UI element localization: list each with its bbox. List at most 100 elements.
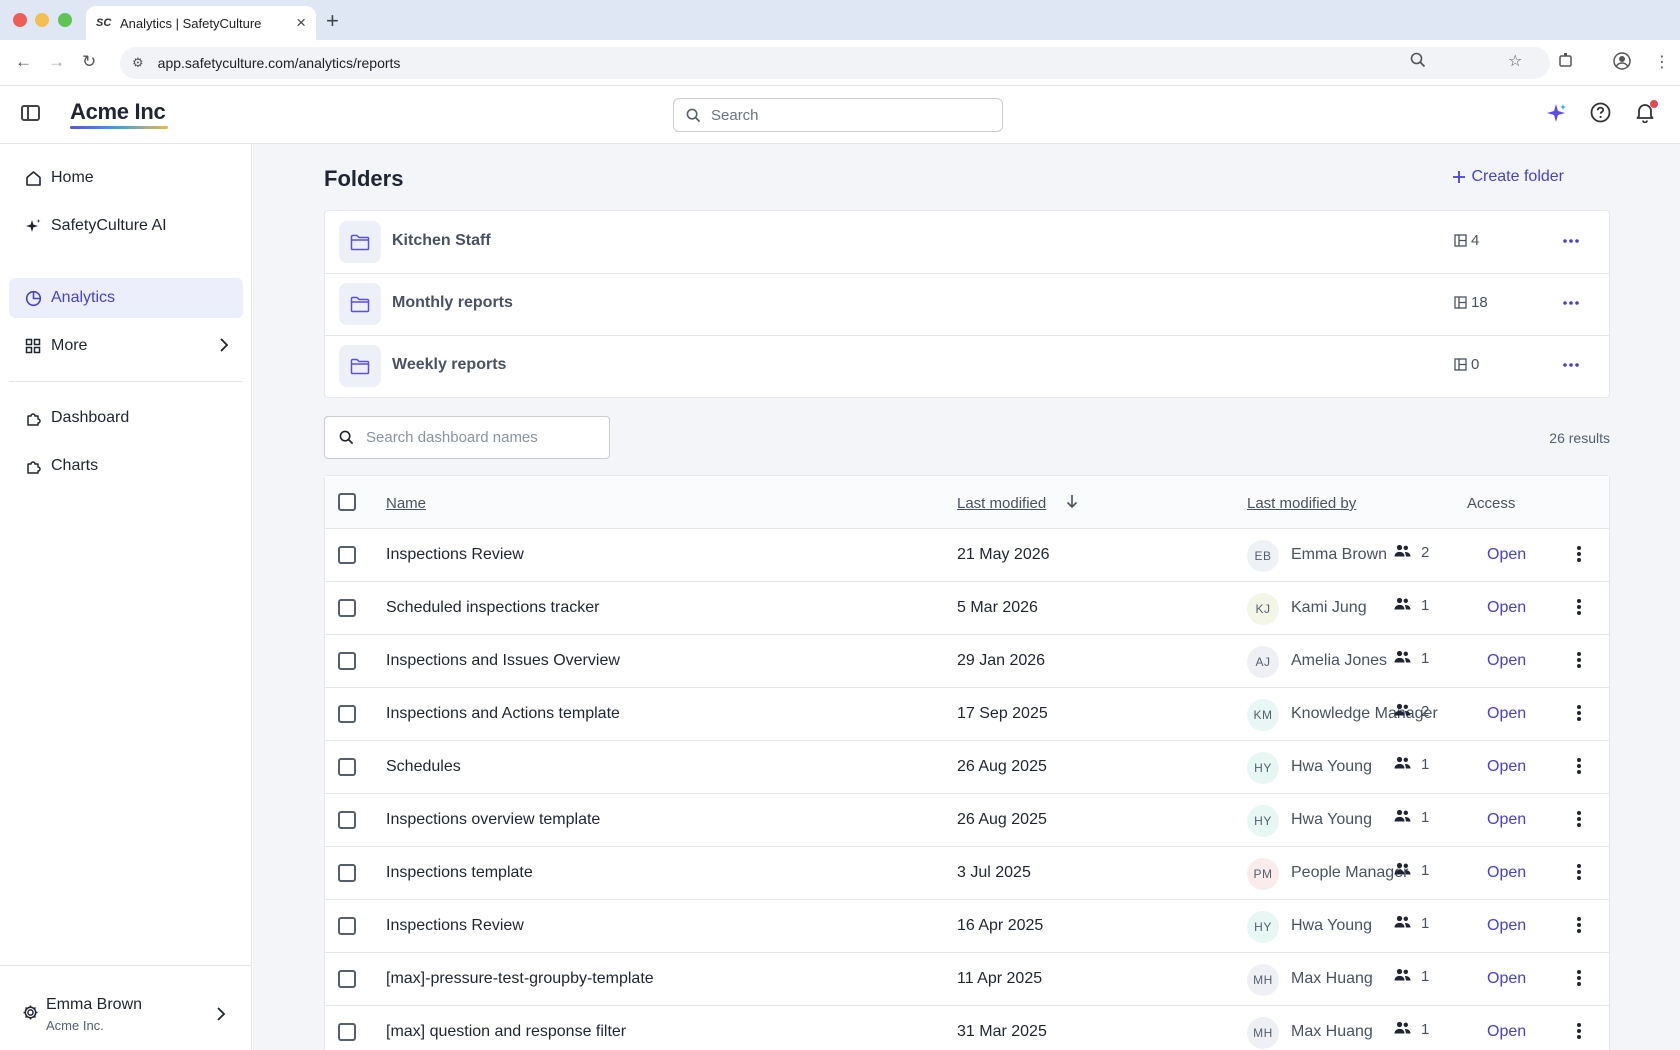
table-row[interactable]: Inspections Review 16 Apr 2025 HY Hwa Young… xyxy=(325,900,1609,953)
row-checkbox[interactable] xyxy=(338,1023,356,1041)
browser-menu-icon[interactable]: ⋮ xyxy=(1654,52,1670,72)
sidebar-item-charts[interactable]: Charts xyxy=(9,446,243,486)
open-button[interactable]: Open xyxy=(1487,652,1526,670)
dashboard-search-input[interactable] xyxy=(366,429,596,446)
table-row[interactable]: Inspections and Issues Overview 29 Jan 20… xyxy=(325,635,1609,688)
last-modified-by: Amelia Jones xyxy=(1291,652,1388,669)
dashboard-name[interactable]: Inspections and Issues Overview xyxy=(386,652,620,670)
sort-descending-icon[interactable] xyxy=(1066,494,1078,514)
global-search-input[interactable] xyxy=(711,106,991,124)
open-button[interactable]: Open xyxy=(1487,1023,1526,1041)
row-checkbox[interactable] xyxy=(338,758,356,776)
table-row[interactable]: Inspections template 3 Jul 2025 PM People M… xyxy=(325,847,1609,900)
create-folder-button[interactable]: Create folder xyxy=(1452,168,1564,186)
sidebar-item-analytics[interactable]: Analytics xyxy=(9,278,243,318)
browser-tab[interactable]: SC Analytics | SafetyCulture × xyxy=(86,6,316,40)
select-all-checkbox[interactable] xyxy=(338,493,356,511)
brand-logo[interactable]: Acme Inc xyxy=(70,99,166,125)
table-row[interactable]: Inspections and Actions template 17 Sep 2… xyxy=(325,688,1609,741)
extensions-icon[interactable] xyxy=(1558,52,1574,73)
dashboard-name[interactable]: Inspections Review xyxy=(386,917,524,935)
dashboard-name[interactable]: [max] question and response filter xyxy=(386,1023,626,1041)
global-search[interactable] xyxy=(673,98,1003,132)
column-header-last-modified[interactable]: Last modified xyxy=(957,495,1046,512)
folder-row[interactable]: Weekly reports 0 xyxy=(325,335,1609,398)
row-more-options-icon[interactable] xyxy=(1576,757,1582,780)
folder-name[interactable]: Weekly reports xyxy=(392,356,506,374)
reload-icon[interactable]: ↻ xyxy=(82,52,96,72)
folder-row[interactable]: Kitchen Staff 4 xyxy=(325,211,1609,274)
dashboard-name[interactable]: Inspections and Actions template xyxy=(386,705,620,723)
column-header-name[interactable]: Name xyxy=(386,495,426,512)
table-row[interactable]: Schedules 26 Aug 2025 HY Hwa Young 1 Open xyxy=(325,741,1609,794)
dashboard-name[interactable]: Inspections Review xyxy=(386,546,524,564)
more-options-icon[interactable] xyxy=(1562,293,1580,311)
sidebar-item-safetyculture-ai[interactable]: SafetyCulture AI xyxy=(9,206,243,246)
open-button[interactable]: Open xyxy=(1487,917,1526,935)
sidebar-item-more[interactable]: More xyxy=(9,326,243,366)
open-button[interactable]: Open xyxy=(1487,599,1526,617)
row-more-options-icon[interactable] xyxy=(1576,545,1582,568)
table-row[interactable]: [max] question and response filter 31 Mar… xyxy=(325,1006,1609,1050)
dashboard-search[interactable] xyxy=(324,416,610,459)
dashboard-name[interactable]: Inspections template xyxy=(386,864,533,882)
row-checkbox[interactable] xyxy=(338,599,356,617)
row-more-options-icon[interactable] xyxy=(1576,651,1582,674)
open-button[interactable]: Open xyxy=(1487,811,1526,829)
row-more-options-icon[interactable] xyxy=(1576,863,1582,886)
help-icon[interactable] xyxy=(1590,102,1611,128)
ai-sparkle-icon[interactable] xyxy=(1545,102,1567,129)
more-options-icon[interactable] xyxy=(1562,231,1580,249)
table-row[interactable]: Inspections Review 21 May 2026 EB Emma Brow… xyxy=(325,529,1609,582)
dashboard-name[interactable]: Inspections overview template xyxy=(386,811,600,829)
access-count: 1 xyxy=(1394,650,1429,667)
close-tab-icon[interactable]: × xyxy=(296,13,306,33)
row-more-options-icon[interactable] xyxy=(1576,916,1582,939)
last-modified-by: Hwa Young xyxy=(1291,811,1372,828)
folder-row[interactable]: Monthly reports 18 xyxy=(325,273,1609,336)
sidebar-item-dashboard[interactable]: Dashboard xyxy=(9,398,243,438)
dashboard-name[interactable]: [max]-pressure-test-groupby-template xyxy=(386,970,654,988)
maximize-window-button[interactable] xyxy=(58,13,72,27)
profile-icon[interactable] xyxy=(1613,52,1631,75)
new-tab-button[interactable]: + xyxy=(326,8,339,34)
row-checkbox[interactable] xyxy=(338,652,356,670)
open-button[interactable]: Open xyxy=(1487,546,1526,564)
sidebar-toggle-icon[interactable] xyxy=(21,105,40,121)
folder-name[interactable]: Monthly reports xyxy=(392,294,513,312)
folder-name[interactable]: Kitchen Staff xyxy=(392,232,491,250)
row-checkbox[interactable] xyxy=(338,917,356,935)
address-bar[interactable]: ⚙ app.safetyculture.com/analytics/report… xyxy=(120,47,1550,79)
row-more-options-icon[interactable] xyxy=(1576,810,1582,833)
row-checkbox[interactable] xyxy=(338,705,356,723)
row-more-options-icon[interactable] xyxy=(1576,704,1582,727)
table-row[interactable]: Scheduled inspections tracker 5 Mar 2026 K… xyxy=(325,582,1609,635)
row-more-options-icon[interactable] xyxy=(1576,969,1582,992)
table-row[interactable]: Inspections overview template 26 Aug 2025… xyxy=(325,794,1609,847)
sidebar-item-home[interactable]: Home xyxy=(9,158,243,198)
open-button[interactable]: Open xyxy=(1487,758,1526,776)
row-more-options-icon[interactable] xyxy=(1576,1022,1582,1045)
back-icon[interactable]: ← xyxy=(15,52,32,72)
table-row[interactable]: [max]-pressure-test-groupby-template 11 A… xyxy=(325,953,1609,1006)
row-checkbox[interactable] xyxy=(338,546,356,564)
open-button[interactable]: Open xyxy=(1487,864,1526,882)
dashboard-name[interactable]: Scheduled inspections tracker xyxy=(386,599,599,617)
open-button[interactable]: Open xyxy=(1487,970,1526,988)
open-button[interactable]: Open xyxy=(1487,705,1526,723)
last-modified-date: 5 Mar 2026 xyxy=(957,599,1038,616)
row-checkbox[interactable] xyxy=(338,811,356,829)
site-settings-icon[interactable]: ⚙ xyxy=(132,55,144,71)
zoom-icon[interactable] xyxy=(1410,52,1426,73)
forward-icon[interactable]: → xyxy=(48,52,65,72)
close-window-button[interactable] xyxy=(13,13,27,27)
row-more-options-icon[interactable] xyxy=(1576,598,1582,621)
minimize-window-button[interactable] xyxy=(35,13,49,27)
more-options-icon[interactable] xyxy=(1562,355,1580,373)
row-checkbox[interactable] xyxy=(338,864,356,882)
bookmark-star-icon[interactable]: ☆ xyxy=(1508,51,1522,71)
row-checkbox[interactable] xyxy=(338,970,356,988)
column-header-last-modified-by[interactable]: Last modified by xyxy=(1247,495,1356,512)
dashboard-name[interactable]: Schedules xyxy=(386,758,461,776)
user-menu[interactable]: Emma Brown Acme Inc. xyxy=(0,965,252,1050)
